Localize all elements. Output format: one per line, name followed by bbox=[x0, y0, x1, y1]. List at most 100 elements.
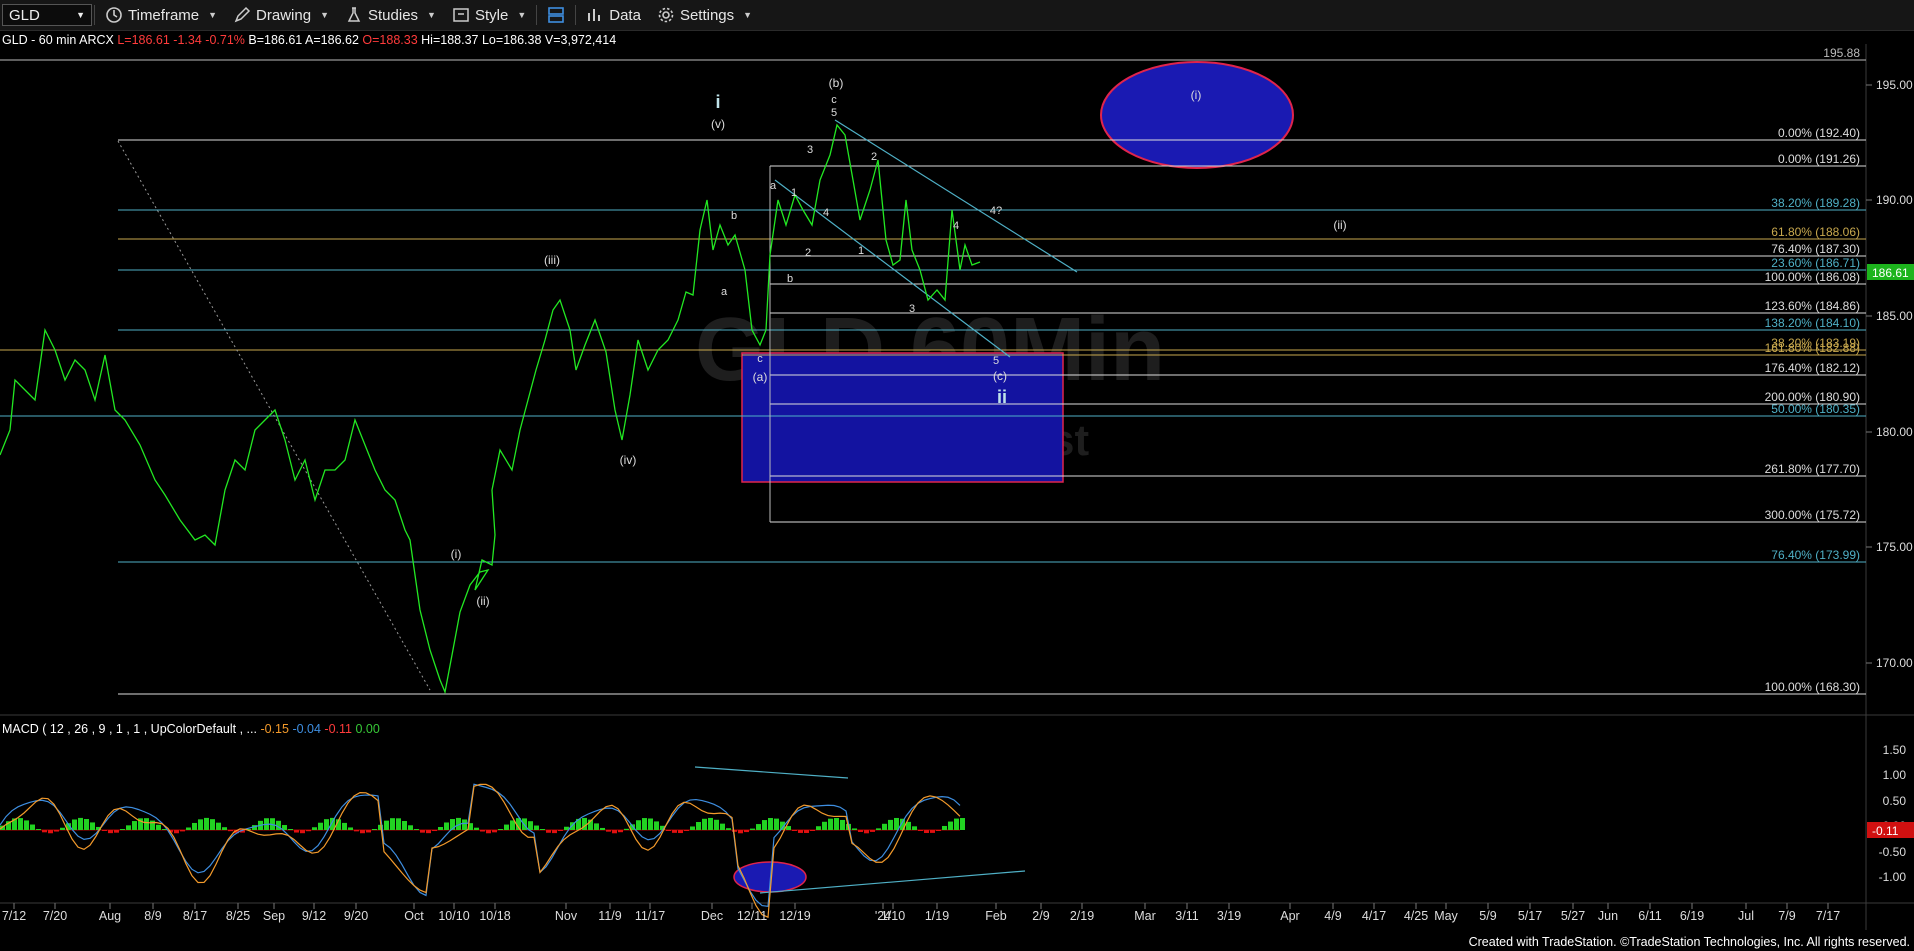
macd-histogram-bar bbox=[360, 830, 365, 834]
macd-histogram-bar bbox=[822, 821, 827, 830]
macd-histogram-bar bbox=[690, 826, 695, 830]
studies-label: Studies bbox=[368, 6, 419, 24]
target-zone-box bbox=[741, 352, 1064, 483]
wave-label: (v) bbox=[711, 117, 725, 131]
macd-histogram-bar bbox=[708, 817, 713, 830]
wave-label: i bbox=[715, 92, 720, 112]
macd-histogram-bar bbox=[546, 830, 551, 833]
drawing-menu[interactable]: Drawing ▼ bbox=[225, 0, 337, 30]
macd-histogram-bar bbox=[816, 826, 821, 830]
wave-label: 4 bbox=[953, 220, 959, 232]
time-tick-label: 1/10 bbox=[881, 909, 905, 923]
macd-tick-label: 0.50 bbox=[1883, 794, 1907, 808]
wave-label: a bbox=[721, 286, 728, 298]
macd-histogram-bar bbox=[504, 824, 509, 830]
time-axis: 7/12 7/20 Aug 8/9 8/17 8/25 Sep 9/12 9/20 Oct 10/1… bbox=[2, 903, 1840, 923]
macd-histogram-bar bbox=[924, 830, 929, 834]
time-tick-label: 9/20 bbox=[344, 909, 368, 923]
macd-histogram-bar bbox=[144, 818, 149, 830]
timeframe-menu[interactable]: Timeframe ▼ bbox=[97, 0, 225, 30]
macd-tick-label: 1.00 bbox=[1883, 768, 1907, 782]
fib-labels: 195.88 0.00% (192.40) 0.00% (191.26) 38.20%… bbox=[1765, 46, 1861, 694]
macd-histogram-bar bbox=[702, 818, 707, 830]
macd-histogram-bar bbox=[30, 824, 35, 830]
style-label: Style bbox=[474, 6, 509, 24]
macd-histogram-bar bbox=[534, 825, 539, 830]
wave-label: 2 bbox=[805, 247, 811, 259]
macd-histogram-bar bbox=[720, 823, 725, 830]
symbol-input[interactable]: GLD ▼ bbox=[2, 4, 92, 26]
time-tick-label: 7/17 bbox=[1816, 909, 1840, 923]
data-menu[interactable]: Data bbox=[578, 0, 649, 30]
macd-histogram-bar bbox=[204, 817, 209, 830]
macd-histogram-bar bbox=[18, 818, 23, 830]
fib-label: 76.40% (187.30) bbox=[1771, 242, 1860, 256]
data-label: Data bbox=[609, 6, 641, 24]
time-tick-label: Jul bbox=[1738, 909, 1754, 923]
chevron-down-icon: ▼ bbox=[427, 10, 436, 20]
macd-params: MACD ( 12 , 26 , 9 , 1 , 1 , UpColorDefa… bbox=[2, 722, 257, 736]
macd-histogram-bar bbox=[474, 827, 479, 830]
macd-axis: 1.501.000.500.00-0.50-1.00 bbox=[1879, 743, 1907, 884]
wave-label: (c) bbox=[993, 369, 1007, 383]
macd-histogram-bar bbox=[750, 828, 755, 830]
macd-histogram-bar bbox=[882, 823, 887, 830]
macd-histogram-bar bbox=[768, 818, 773, 830]
wave-label: 1 bbox=[858, 245, 864, 257]
macd-histogram-bar bbox=[24, 820, 29, 830]
macd-histogram-bar bbox=[912, 826, 917, 830]
price-tick-label: 190.00 bbox=[1876, 193, 1913, 207]
macd-histogram-bar bbox=[492, 830, 497, 833]
toolbar-divider bbox=[536, 5, 538, 25]
time-tick-label: 12/11 bbox=[737, 909, 767, 923]
macd-histogram-bar bbox=[942, 825, 947, 830]
wave-label: 3 bbox=[909, 303, 915, 315]
wave-label: (i) bbox=[451, 547, 462, 561]
macd-histogram-bar bbox=[738, 830, 743, 834]
macd-histogram-bar bbox=[420, 830, 425, 833]
channel-upper bbox=[834, 119, 1078, 273]
macd-histogram-bar bbox=[192, 822, 197, 830]
fib-label: 0.00% (191.26) bbox=[1778, 152, 1860, 166]
macd-histogram-bar bbox=[306, 830, 311, 832]
macd-histogram-bar bbox=[174, 830, 179, 834]
wave-label: 1 bbox=[791, 187, 797, 199]
macd-histogram-bar bbox=[126, 825, 131, 830]
fib-label: 161.80% (182.88) bbox=[1765, 341, 1860, 355]
chevron-down-icon: ▼ bbox=[517, 10, 527, 20]
price-chart[interactable]: GLD 60Min st 195.880.00% (192.40)0.00% (… bbox=[0, 44, 1914, 934]
macd-histogram-bar bbox=[150, 820, 155, 830]
macd-histogram-bar bbox=[90, 822, 95, 830]
macd-histogram-bar bbox=[810, 830, 815, 831]
macd-value-4: 0.00 bbox=[355, 722, 380, 736]
layout-button[interactable] bbox=[539, 0, 573, 30]
style-icon bbox=[453, 8, 469, 22]
layout-icon bbox=[548, 7, 565, 23]
macd-histogram-bar bbox=[858, 830, 863, 832]
time-tick-label: 5/27 bbox=[1561, 909, 1585, 923]
time-tick-label: 1/19 bbox=[925, 909, 949, 923]
macd-histogram-bar bbox=[210, 819, 215, 830]
macd-histogram-bar bbox=[834, 817, 839, 830]
time-tick-label: 7/12 bbox=[2, 909, 26, 923]
studies-menu[interactable]: Studies ▼ bbox=[337, 0, 444, 30]
price-tick-label: 175.00 bbox=[1876, 540, 1913, 554]
macd-histogram-bar bbox=[696, 822, 701, 830]
macd-histogram-bar bbox=[186, 827, 191, 830]
fib-label: 0.00% (192.40) bbox=[1778, 126, 1860, 140]
macd-histogram-bar bbox=[426, 830, 431, 834]
macd-histogram-bar bbox=[408, 825, 413, 830]
style-menu[interactable]: Style ▼ bbox=[444, 0, 534, 30]
macd-histogram-bar bbox=[486, 830, 491, 834]
time-tick-label: 6/19 bbox=[1680, 909, 1704, 923]
time-tick-label: 4/9 bbox=[1324, 909, 1341, 923]
time-tick-label: 11/17 bbox=[635, 909, 665, 923]
macd-histogram-bar bbox=[216, 822, 221, 830]
macd-histogram-bar bbox=[666, 830, 671, 831]
macd-histogram-bar bbox=[870, 830, 875, 832]
price-axis: 195.00 190.00 185.00 180.00 175.00 170.00 bbox=[1866, 78, 1913, 670]
chart-toolbar: GLD ▼ Timeframe ▼ Drawing ▼ Studies ▼ Style… bbox=[0, 0, 1914, 31]
footer-copyright: Created with TradeStation. ©TradeStation… bbox=[1468, 935, 1910, 949]
settings-menu[interactable]: Settings ▼ bbox=[649, 0, 760, 30]
macd-histogram-bar bbox=[318, 822, 323, 830]
